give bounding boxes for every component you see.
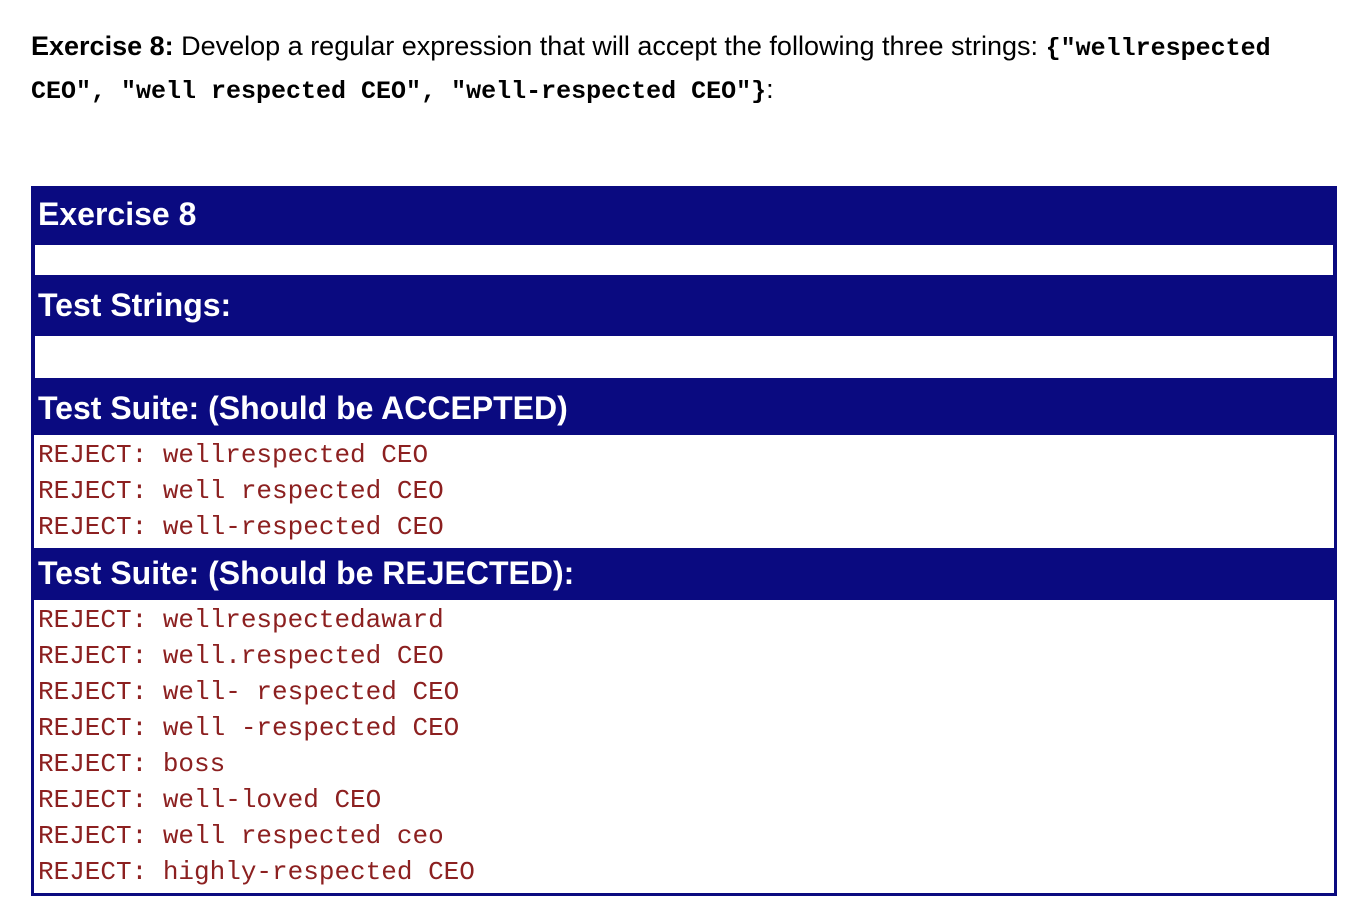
test-result-line: REJECT: well- respected CEO	[38, 674, 1334, 710]
test-strings-bar: Test Strings:	[32, 280, 1336, 332]
exercise-title-bar: Exercise 8	[32, 187, 1336, 241]
test-result-line: REJECT: boss	[38, 746, 1334, 782]
test-result-subject: boss	[147, 749, 226, 779]
test-strings-input-row	[32, 332, 1336, 383]
test-result-verdict: REJECT:	[38, 785, 148, 815]
test-result-verdict: REJECT:	[38, 440, 148, 470]
test-result-line: REJECT: wellrespectedaward	[38, 602, 1334, 638]
test-result-verdict: REJECT:	[38, 713, 148, 743]
accepted-results-list: REJECT: wellrespected CEO REJECT: well re…	[34, 437, 1334, 545]
test-result-line: REJECT: well-loved CEO	[38, 782, 1334, 818]
test-result-verdict: REJECT:	[38, 512, 148, 542]
test-result-line: REJECT: well -respected CEO	[38, 710, 1334, 746]
test-result-subject: well-respected CEO	[147, 512, 444, 542]
test-result-line: REJECT: well.respected CEO	[38, 638, 1334, 674]
exercise-label: Exercise 8:	[31, 31, 174, 61]
exercise-prompt: Exercise 8: Develop a regular expression…	[0, 0, 1364, 112]
exercise-instruction: Develop a regular expression that will a…	[173, 31, 1046, 61]
test-result-subject: well -respected CEO	[147, 713, 460, 743]
test-result-verdict: REJECT:	[38, 749, 148, 779]
test-result-subject: well-loved CEO	[147, 785, 382, 815]
test-result-subject: well- respected CEO	[147, 677, 460, 707]
test-result-verdict: REJECT:	[38, 641, 148, 671]
accepted-suite-bar: Test Suite: (Should be ACCEPTED)	[32, 383, 1336, 435]
regex-input[interactable]	[35, 245, 1333, 275]
test-strings-title-row: Test Strings:	[32, 280, 1336, 332]
test-result-verdict: REJECT:	[38, 677, 148, 707]
test-result-line: REJECT: well respected CEO	[38, 473, 1334, 509]
test-result-subject: well respected ceo	[147, 821, 444, 851]
test-result-line: REJECT: well respected ceo	[38, 818, 1334, 854]
exercise-panel: Exercise 8 Test Strings: Test Suite: (Sh…	[31, 186, 1337, 896]
accepted-results-row: REJECT: wellrespected CEO REJECT: well re…	[32, 435, 1336, 548]
test-result-verdict: REJECT:	[38, 476, 148, 506]
test-result-subject: wellrespected CEO	[147, 440, 429, 470]
rejected-suite-bar: Test Suite: (Should be REJECTED):	[32, 548, 1336, 600]
regex-input-row	[32, 241, 1336, 280]
exercise-title-row: Exercise 8	[32, 187, 1336, 241]
rejected-title-row: Test Suite: (Should be REJECTED):	[32, 548, 1336, 600]
test-result-line: REJECT: wellrespected CEO	[38, 437, 1334, 473]
exercise-trailing-colon: :	[766, 74, 774, 104]
test-result-verdict: REJECT:	[38, 821, 148, 851]
test-result-subject: well respected CEO	[147, 476, 444, 506]
test-result-verdict: REJECT:	[38, 857, 148, 887]
test-strings-input[interactable]	[35, 336, 1333, 378]
rejected-results-row: REJECT: wellrespectedaward REJECT: well.r…	[32, 600, 1336, 895]
test-result-subject: highly-respected CEO	[147, 857, 475, 887]
test-result-subject: wellrespectedaward	[147, 605, 444, 635]
accepted-title-row: Test Suite: (Should be ACCEPTED)	[32, 383, 1336, 435]
test-result-line: REJECT: highly-respected CEO	[38, 854, 1334, 890]
rejected-results-list: REJECT: wellrespectedaward REJECT: well.r…	[34, 602, 1334, 890]
test-result-subject: well.respected CEO	[147, 641, 444, 671]
test-result-verdict: REJECT:	[38, 605, 148, 635]
test-result-line: REJECT: well-respected CEO	[38, 509, 1334, 545]
